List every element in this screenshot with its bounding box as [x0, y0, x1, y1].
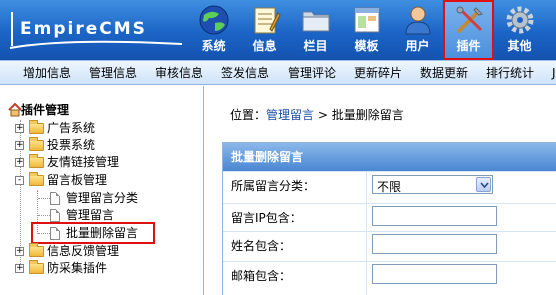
batch-delete-form: 批量删除留言 所属留言分类： 不限 留言IP包含： 姓名包含： 邮箱包含： [222, 142, 556, 295]
page-icon [50, 192, 60, 205]
nav-label: 用户 [405, 39, 430, 53]
tools-icon [456, 6, 483, 34]
folder-icon [29, 260, 44, 274]
name-row: 姓名包含： [223, 231, 556, 256]
breadcrumb-separator: > [314, 108, 332, 122]
ip-input[interactable] [372, 206, 497, 226]
name-input[interactable] [372, 234, 497, 254]
nav-system[interactable]: 系统 [188, 0, 239, 60]
page-icon [50, 209, 60, 222]
form-title: 批量删除留言 [223, 143, 556, 171]
tree-line [38, 198, 50, 199]
expand-icon[interactable]: + [15, 124, 24, 133]
chevron-down-icon[interactable] [476, 177, 491, 192]
window-icon [354, 7, 380, 33]
panel-divider [203, 86, 204, 295]
notepad-icon [254, 7, 281, 34]
nav-label: 系统 [201, 39, 226, 53]
nav-plugin[interactable]: 插件 [443, 0, 494, 60]
category-select[interactable]: 不限 [372, 175, 493, 194]
nav-column[interactable]: 栏目 [290, 0, 341, 60]
submenu-review-info[interactable]: 审核信息 [155, 66, 203, 80]
category-row: 所属留言分类： 不限 [223, 171, 556, 196]
home-icon [8, 103, 22, 117]
selected-item-highlight [31, 222, 155, 244]
folder-icon [29, 154, 44, 168]
expand-icon[interactable]: + [15, 158, 24, 167]
nav-user[interactable]: 用户 [392, 0, 443, 60]
category-label: 所属留言分类： [231, 179, 316, 193]
nav-label: 其他 [507, 39, 532, 53]
nav-label: 信息 [252, 39, 277, 53]
name-label: 姓名包含： [231, 239, 292, 253]
category-select-value: 不限 [377, 180, 402, 194]
gear-icon [506, 6, 534, 34]
logo: EmpireCMS [6, 4, 184, 54]
collapse-icon[interactable]: - [15, 176, 24, 185]
expand-icon[interactable]: + [15, 141, 24, 150]
breadcrumb-link[interactable]: 管理留言 [266, 108, 314, 122]
nav-label: 插件 [456, 39, 481, 53]
folder-icon [29, 243, 44, 257]
tree-line [38, 215, 50, 216]
submenu-manage-comment[interactable]: 管理评论 [288, 66, 336, 80]
breadcrumb-current: 批量删除留言 [331, 108, 404, 122]
breadcrumb-prefix: 位置： [230, 108, 267, 122]
folder-icon [29, 137, 44, 151]
main-nav: 系统 信息 栏目 模板 用户 插件 其他 [188, 0, 545, 60]
expand-icon[interactable]: + [15, 247, 24, 256]
nav-info[interactable]: 信息 [239, 0, 290, 60]
plugin-tree: 插件管理 + 广告系统 + 投票系统 + 友情链接管理 - 留言板管理 管理留言… [0, 86, 200, 295]
ip-label: 留言IP包含： [231, 211, 302, 225]
top-header: EmpireCMS 系统 信息 栏目 模板 用户 插件 其他 [0, 0, 556, 60]
submenu-update-fragment[interactable]: 更新碎片 [354, 66, 402, 80]
folder-icon [29, 120, 44, 134]
expand-icon[interactable]: + [15, 264, 24, 273]
submenu-add-info[interactable]: 增加信息 [23, 66, 71, 80]
nav-label: 模板 [354, 39, 379, 53]
folder-icon [302, 11, 330, 32]
logo-text: EmpireCMS [20, 19, 147, 39]
nav-other[interactable]: 其他 [494, 0, 545, 60]
nav-template[interactable]: 模板 [341, 0, 392, 60]
submenu-ranking-stats[interactable]: 排行统计 [486, 66, 534, 80]
submenu-manage-info[interactable]: 管理信息 [89, 66, 137, 80]
submenu-data-update[interactable]: 数据更新 [420, 66, 468, 80]
nav-label: 栏目 [303, 39, 328, 53]
globe-icon [199, 5, 229, 35]
ip-row: 留言IP包含： [223, 203, 556, 228]
submenu-sign-info[interactable]: 签发信息 [221, 66, 269, 80]
email-label: 邮箱包含： [231, 269, 292, 283]
email-input[interactable] [372, 264, 497, 284]
submenu-more[interactable]: J [552, 66, 556, 80]
submenu-bar: 增加信息 管理信息 审核信息 签发信息 管理评论 更新碎片 数据更新 排行统计 … [0, 60, 556, 85]
breadcrumb: 位置：管理留言 > 批量删除留言 [230, 106, 404, 123]
folder-open-icon [29, 172, 44, 186]
user-icon [405, 6, 431, 35]
email-row: 邮箱包含： [223, 261, 556, 286]
